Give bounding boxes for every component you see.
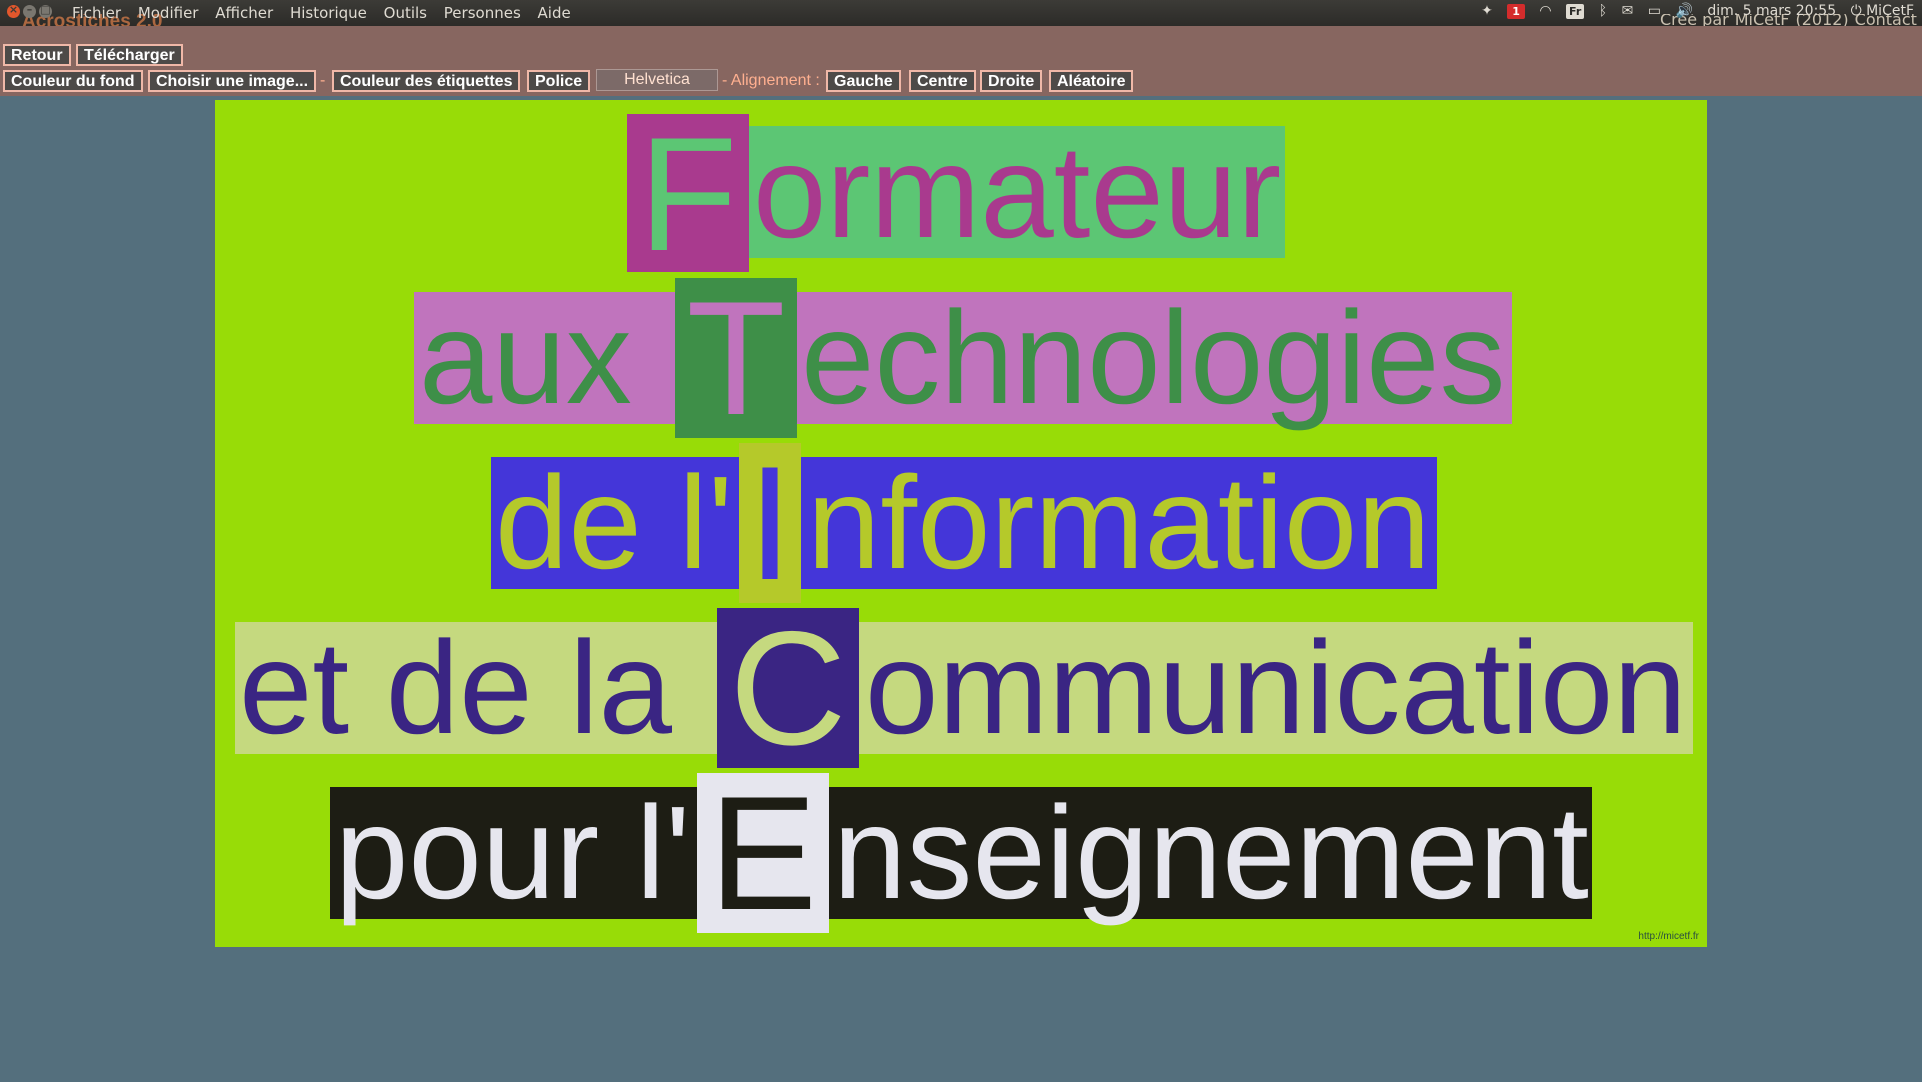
datetime[interactable]: dim. 5 mars 20:55	[1707, 3, 1836, 19]
dropbox-icon[interactable]: ✦	[1481, 3, 1493, 19]
power-icon[interactable]: ⏻	[1851, 3, 1862, 19]
minimize-icon: –	[26, 3, 33, 16]
menu-afficher[interactable]: Afficher	[215, 4, 273, 22]
toolbar-separator: -	[320, 72, 326, 89]
maximize-window-button[interactable]: □	[39, 3, 52, 18]
keyboard-layout-indicator[interactable]: Fr	[1566, 3, 1585, 19]
acrostic-canvas: F ormateur T aux echnologies I de l' nfo…	[215, 100, 1707, 947]
line-text-after: ormateur	[753, 118, 1282, 265]
volume-icon[interactable]: 🔊	[1675, 3, 1692, 19]
menu-fichier[interactable]: Fichier	[72, 4, 121, 22]
line-text-before: de l'	[495, 449, 734, 596]
initial-letter: I	[739, 443, 801, 605]
line-text-after: nformation	[807, 449, 1431, 596]
line-text-after: echnologies	[801, 284, 1506, 431]
choose-image-button[interactable]: Choisir une image...	[148, 70, 317, 92]
align-center-button[interactable]: Centre	[909, 70, 976, 92]
download-button[interactable]: Télécharger	[76, 44, 183, 66]
back-button[interactable]: Retour	[3, 44, 71, 66]
font-name-field[interactable]: Helvetica	[596, 69, 718, 91]
menu-aide[interactable]: Aide	[538, 4, 571, 22]
battery-icon[interactable]: ▭	[1648, 3, 1661, 19]
system-menu-bar: Acrostiches 2.0 Créé par MiCetF (2012) Cont…	[0, 0, 1922, 26]
align-right-button[interactable]: Droite	[980, 70, 1043, 92]
initial-letter: E	[697, 773, 829, 935]
menu-modifier[interactable]: Modifier	[138, 4, 199, 22]
user-name[interactable]: MiCetF	[1866, 3, 1914, 19]
line-text-before: aux	[419, 284, 632, 431]
wifi-icon[interactable]: ◠	[1539, 3, 1551, 19]
menu-historique[interactable]: Historique	[290, 4, 367, 22]
random-button[interactable]: Aléatoire	[1049, 70, 1134, 92]
notification-badge[interactable]: 1	[1507, 3, 1525, 19]
initial-letter: T	[675, 278, 797, 440]
mail-icon[interactable]: ✉	[1622, 3, 1634, 19]
window-controls: × – □	[7, 3, 55, 23]
minimize-window-button[interactable]: –	[23, 3, 36, 18]
menu-outils[interactable]: Outils	[384, 4, 427, 22]
system-tray: ✦ 1 ◠ Fr ᛒ ✉ ▭ 🔊 dim. 5 mars 20:55 ⏻ MiC…	[1471, 3, 1914, 19]
initial-letter: C	[717, 608, 859, 770]
menu-personnes[interactable]: Personnes	[444, 4, 521, 22]
alignment-label: - Alignement :	[722, 72, 820, 89]
background-color-button[interactable]: Couleur du fond	[3, 70, 143, 92]
align-left-button[interactable]: Gauche	[826, 70, 901, 92]
site-url[interactable]: http://micetf.fr	[1638, 931, 1699, 942]
line-text-after: ommunication	[865, 614, 1687, 761]
font-button[interactable]: Police	[527, 70, 591, 92]
line-text-after: nseignement	[833, 779, 1589, 926]
label-color-button[interactable]: Couleur des étiquettes	[332, 70, 521, 92]
maximize-icon: □	[40, 3, 51, 16]
close-window-button[interactable]: ×	[7, 3, 20, 18]
line-text-before: pour l'	[335, 779, 691, 926]
application-menus: Fichier Modifier Afficher Historique Out…	[72, 4, 583, 22]
line-text-before: et de la	[239, 614, 672, 761]
initial-letter: F	[627, 114, 749, 276]
bluetooth-icon[interactable]: ᛒ	[1599, 3, 1607, 19]
close-icon: ×	[8, 3, 19, 16]
app-toolbar: Retour Télécharger Couleur du fond Chois…	[0, 26, 1922, 96]
